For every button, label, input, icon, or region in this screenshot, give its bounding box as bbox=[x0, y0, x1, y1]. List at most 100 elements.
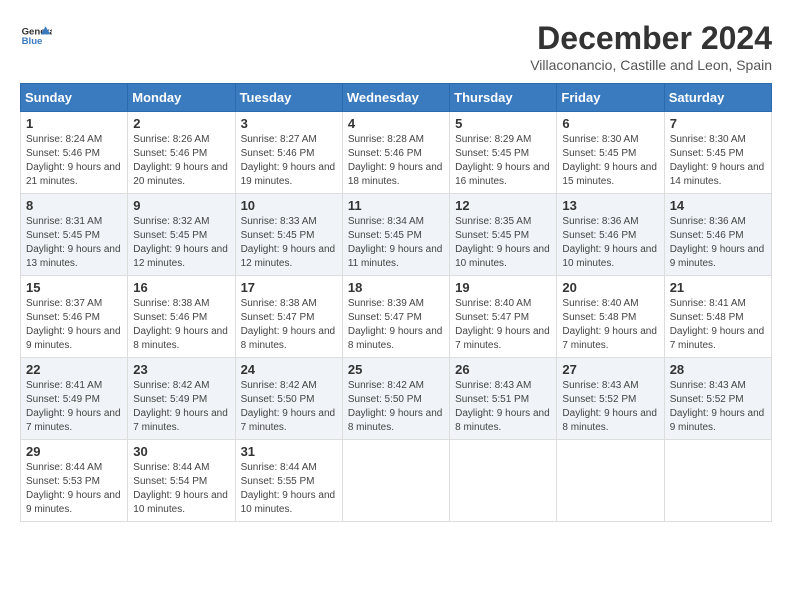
day-info: Sunrise: 8:39 AMSunset: 5:47 PMDaylight:… bbox=[348, 298, 443, 351]
day-info: Sunrise: 8:43 AMSunset: 5:52 PMDaylight:… bbox=[670, 380, 765, 433]
calendar-week-5: 29 Sunrise: 8:44 AMSunset: 5:53 PMDaylig… bbox=[21, 440, 772, 522]
day-info: Sunrise: 8:35 AMSunset: 5:45 PMDaylight:… bbox=[455, 216, 550, 269]
day-info: Sunrise: 8:43 AMSunset: 5:51 PMDaylight:… bbox=[455, 380, 550, 433]
day-number: 5 bbox=[455, 116, 551, 131]
day-number: 31 bbox=[241, 444, 337, 459]
day-info: Sunrise: 8:29 AMSunset: 5:45 PMDaylight:… bbox=[455, 134, 550, 187]
logo: General Blue bbox=[20, 20, 52, 52]
calendar-day-26: 26 Sunrise: 8:43 AMSunset: 5:51 PMDaylig… bbox=[450, 358, 557, 440]
day-info: Sunrise: 8:40 AMSunset: 5:47 PMDaylight:… bbox=[455, 298, 550, 351]
day-info: Sunrise: 8:33 AMSunset: 5:45 PMDaylight:… bbox=[241, 216, 336, 269]
calendar-day-4: 4 Sunrise: 8:28 AMSunset: 5:46 PMDayligh… bbox=[342, 112, 449, 194]
day-info: Sunrise: 8:37 AMSunset: 5:46 PMDaylight:… bbox=[26, 298, 121, 351]
col-header-thursday: Thursday bbox=[450, 84, 557, 112]
day-number: 27 bbox=[562, 362, 658, 377]
calendar-day-22: 22 Sunrise: 8:41 AMSunset: 5:49 PMDaylig… bbox=[21, 358, 128, 440]
calendar-day-1: 1 Sunrise: 8:24 AMSunset: 5:46 PMDayligh… bbox=[21, 112, 128, 194]
day-number: 7 bbox=[670, 116, 766, 131]
col-header-tuesday: Tuesday bbox=[235, 84, 342, 112]
day-info: Sunrise: 8:30 AMSunset: 5:45 PMDaylight:… bbox=[670, 134, 765, 187]
calendar-day-7: 7 Sunrise: 8:30 AMSunset: 5:45 PMDayligh… bbox=[664, 112, 771, 194]
calendar-day-9: 9 Sunrise: 8:32 AMSunset: 5:45 PMDayligh… bbox=[128, 194, 235, 276]
day-info: Sunrise: 8:44 AMSunset: 5:55 PMDaylight:… bbox=[241, 462, 336, 515]
day-info: Sunrise: 8:42 AMSunset: 5:49 PMDaylight:… bbox=[133, 380, 228, 433]
empty-cell bbox=[450, 440, 557, 522]
day-info: Sunrise: 8:44 AMSunset: 5:53 PMDaylight:… bbox=[26, 462, 121, 515]
day-number: 13 bbox=[562, 198, 658, 213]
day-info: Sunrise: 8:31 AMSunset: 5:45 PMDaylight:… bbox=[26, 216, 121, 269]
day-number: 8 bbox=[26, 198, 122, 213]
day-number: 14 bbox=[670, 198, 766, 213]
calendar-day-2: 2 Sunrise: 8:26 AMSunset: 5:46 PMDayligh… bbox=[128, 112, 235, 194]
day-number: 9 bbox=[133, 198, 229, 213]
col-header-wednesday: Wednesday bbox=[342, 84, 449, 112]
calendar-day-25: 25 Sunrise: 8:42 AMSunset: 5:50 PMDaylig… bbox=[342, 358, 449, 440]
calendar-day-12: 12 Sunrise: 8:35 AMSunset: 5:45 PMDaylig… bbox=[450, 194, 557, 276]
col-header-sunday: Sunday bbox=[21, 84, 128, 112]
calendar-day-11: 11 Sunrise: 8:34 AMSunset: 5:45 PMDaylig… bbox=[342, 194, 449, 276]
calendar-day-30: 30 Sunrise: 8:44 AMSunset: 5:54 PMDaylig… bbox=[128, 440, 235, 522]
calendar-table: SundayMondayTuesdayWednesdayThursdayFrid… bbox=[20, 83, 772, 522]
day-info: Sunrise: 8:27 AMSunset: 5:46 PMDaylight:… bbox=[241, 134, 336, 187]
day-number: 23 bbox=[133, 362, 229, 377]
day-number: 26 bbox=[455, 362, 551, 377]
day-number: 22 bbox=[26, 362, 122, 377]
calendar-day-17: 17 Sunrise: 8:38 AMSunset: 5:47 PMDaylig… bbox=[235, 276, 342, 358]
empty-cell bbox=[342, 440, 449, 522]
calendar-day-14: 14 Sunrise: 8:36 AMSunset: 5:46 PMDaylig… bbox=[664, 194, 771, 276]
calendar-day-27: 27 Sunrise: 8:43 AMSunset: 5:52 PMDaylig… bbox=[557, 358, 664, 440]
day-number: 17 bbox=[241, 280, 337, 295]
calendar-day-28: 28 Sunrise: 8:43 AMSunset: 5:52 PMDaylig… bbox=[664, 358, 771, 440]
calendar-day-10: 10 Sunrise: 8:33 AMSunset: 5:45 PMDaylig… bbox=[235, 194, 342, 276]
day-info: Sunrise: 8:40 AMSunset: 5:48 PMDaylight:… bbox=[562, 298, 657, 351]
day-number: 24 bbox=[241, 362, 337, 377]
day-info: Sunrise: 8:30 AMSunset: 5:45 PMDaylight:… bbox=[562, 134, 657, 187]
calendar-day-16: 16 Sunrise: 8:38 AMSunset: 5:46 PMDaylig… bbox=[128, 276, 235, 358]
day-number: 29 bbox=[26, 444, 122, 459]
day-info: Sunrise: 8:43 AMSunset: 5:52 PMDaylight:… bbox=[562, 380, 657, 433]
day-info: Sunrise: 8:42 AMSunset: 5:50 PMDaylight:… bbox=[241, 380, 336, 433]
calendar-day-31: 31 Sunrise: 8:44 AMSunset: 5:55 PMDaylig… bbox=[235, 440, 342, 522]
calendar-day-18: 18 Sunrise: 8:39 AMSunset: 5:47 PMDaylig… bbox=[342, 276, 449, 358]
day-info: Sunrise: 8:36 AMSunset: 5:46 PMDaylight:… bbox=[562, 216, 657, 269]
day-number: 4 bbox=[348, 116, 444, 131]
day-info: Sunrise: 8:38 AMSunset: 5:47 PMDaylight:… bbox=[241, 298, 336, 351]
empty-cell bbox=[557, 440, 664, 522]
day-number: 21 bbox=[670, 280, 766, 295]
col-header-saturday: Saturday bbox=[664, 84, 771, 112]
day-number: 3 bbox=[241, 116, 337, 131]
day-info: Sunrise: 8:38 AMSunset: 5:46 PMDaylight:… bbox=[133, 298, 228, 351]
calendar-header: SundayMondayTuesdayWednesdayThursdayFrid… bbox=[21, 84, 772, 112]
calendar-week-4: 22 Sunrise: 8:41 AMSunset: 5:49 PMDaylig… bbox=[21, 358, 772, 440]
day-number: 28 bbox=[670, 362, 766, 377]
day-number: 30 bbox=[133, 444, 229, 459]
day-info: Sunrise: 8:24 AMSunset: 5:46 PMDaylight:… bbox=[26, 134, 121, 187]
calendar-day-23: 23 Sunrise: 8:42 AMSunset: 5:49 PMDaylig… bbox=[128, 358, 235, 440]
day-info: Sunrise: 8:41 AMSunset: 5:49 PMDaylight:… bbox=[26, 380, 121, 433]
calendar-day-13: 13 Sunrise: 8:36 AMSunset: 5:46 PMDaylig… bbox=[557, 194, 664, 276]
day-info: Sunrise: 8:32 AMSunset: 5:45 PMDaylight:… bbox=[133, 216, 228, 269]
empty-cell bbox=[664, 440, 771, 522]
day-info: Sunrise: 8:28 AMSunset: 5:46 PMDaylight:… bbox=[348, 134, 443, 187]
day-number: 25 bbox=[348, 362, 444, 377]
day-number: 16 bbox=[133, 280, 229, 295]
calendar-day-19: 19 Sunrise: 8:40 AMSunset: 5:47 PMDaylig… bbox=[450, 276, 557, 358]
calendar-day-8: 8 Sunrise: 8:31 AMSunset: 5:45 PMDayligh… bbox=[21, 194, 128, 276]
page-header: General Blue December 2024 Villaconancio… bbox=[20, 20, 772, 73]
svg-text:Blue: Blue bbox=[22, 36, 43, 47]
day-number: 12 bbox=[455, 198, 551, 213]
day-number: 11 bbox=[348, 198, 444, 213]
calendar-week-3: 15 Sunrise: 8:37 AMSunset: 5:46 PMDaylig… bbox=[21, 276, 772, 358]
calendar-day-3: 3 Sunrise: 8:27 AMSunset: 5:46 PMDayligh… bbox=[235, 112, 342, 194]
logo-icon: General Blue bbox=[20, 20, 52, 52]
calendar-day-5: 5 Sunrise: 8:29 AMSunset: 5:45 PMDayligh… bbox=[450, 112, 557, 194]
day-number: 15 bbox=[26, 280, 122, 295]
calendar-day-20: 20 Sunrise: 8:40 AMSunset: 5:48 PMDaylig… bbox=[557, 276, 664, 358]
day-info: Sunrise: 8:44 AMSunset: 5:54 PMDaylight:… bbox=[133, 462, 228, 515]
day-info: Sunrise: 8:36 AMSunset: 5:46 PMDaylight:… bbox=[670, 216, 765, 269]
month-title: December 2024 bbox=[530, 20, 772, 57]
day-number: 20 bbox=[562, 280, 658, 295]
day-number: 1 bbox=[26, 116, 122, 131]
calendar-day-29: 29 Sunrise: 8:44 AMSunset: 5:53 PMDaylig… bbox=[21, 440, 128, 522]
location: Villaconancio, Castille and Leon, Spain bbox=[530, 57, 772, 73]
